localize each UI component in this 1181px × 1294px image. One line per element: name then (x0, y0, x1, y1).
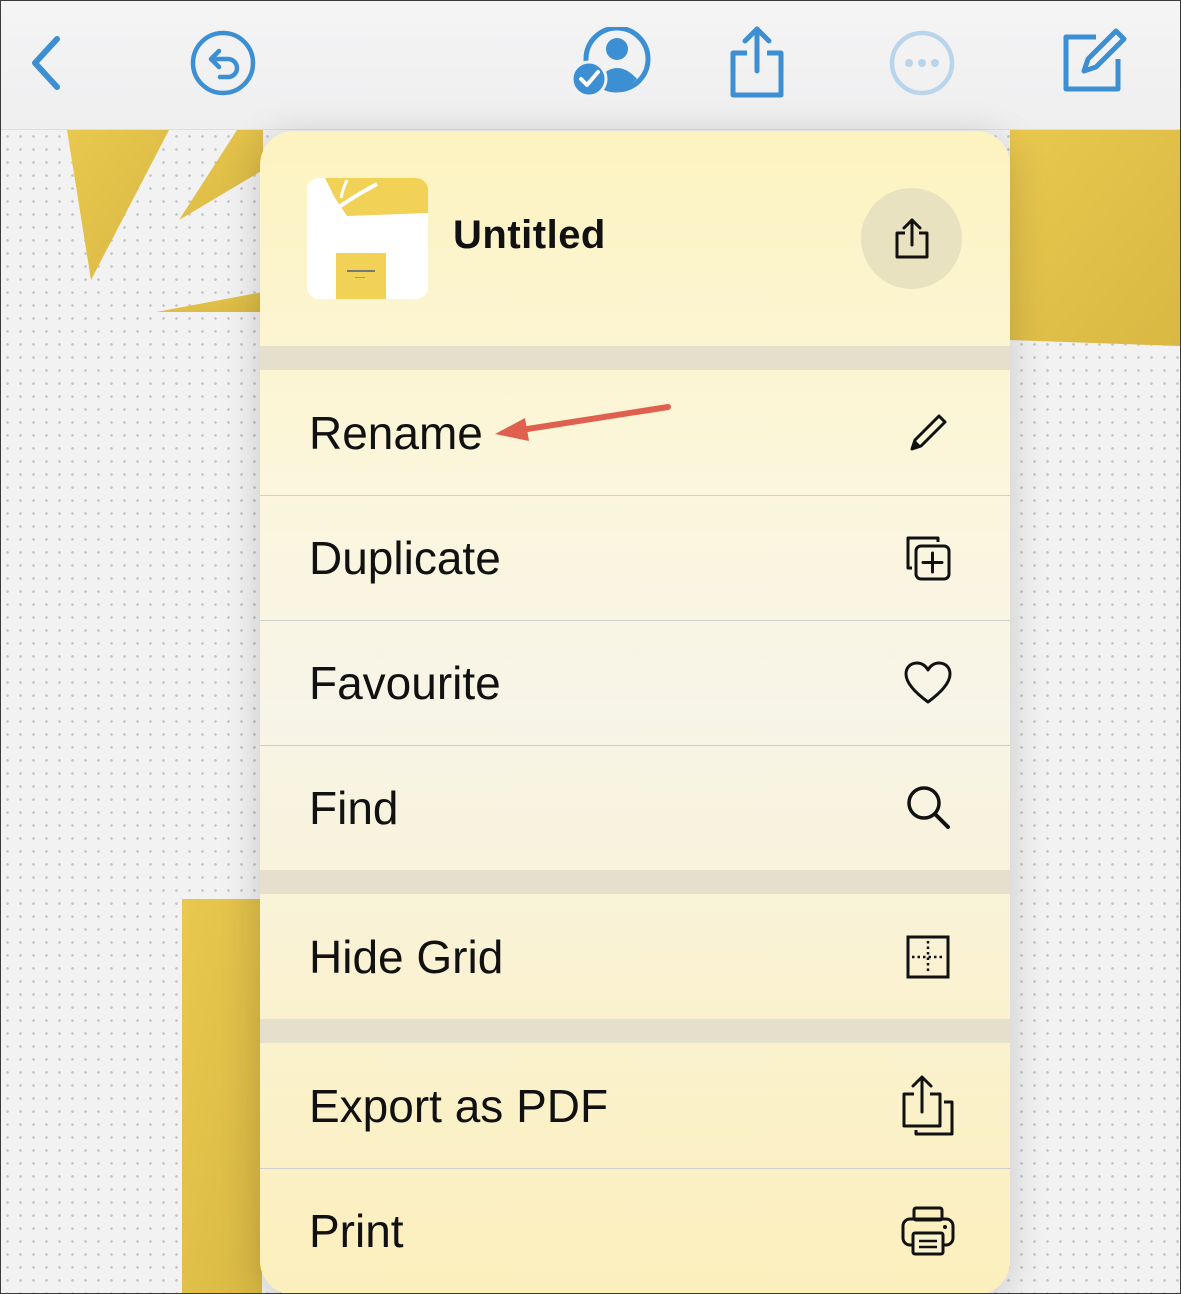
menu-item-favourite[interactable]: Favourite (260, 620, 1010, 745)
top-toolbar (1, 1, 1180, 130)
compose-icon[interactable] (1056, 27, 1128, 99)
menu-group-output: Export as PDF Print (260, 1043, 1010, 1293)
menu-item-export-pdf[interactable]: Export as PDF (260, 1043, 1010, 1168)
menu-item-label: Print (309, 1205, 404, 1257)
grid-icon (898, 927, 958, 987)
undo-icon[interactable] (187, 27, 259, 99)
share-icon[interactable] (861, 188, 962, 289)
heart-icon (898, 653, 958, 713)
magnifier-icon (898, 778, 958, 838)
menu-item-label: Find (309, 782, 399, 834)
group-separator (260, 1019, 1010, 1043)
back-chevron-icon[interactable] (11, 27, 83, 99)
document-context-menu: Untitled Rename Duplicate Favourite Find… (260, 131, 1010, 1293)
more-icon[interactable] (886, 27, 958, 99)
pencil-icon (898, 403, 958, 463)
collaboration-icon[interactable] (571, 27, 653, 99)
app-frame: Untitled Rename Duplicate Favourite Find… (0, 0, 1181, 1294)
duplicate-icon (898, 528, 958, 588)
export-icon (898, 1075, 958, 1136)
printer-icon (898, 1201, 958, 1261)
menu-item-print[interactable]: Print (260, 1168, 1010, 1293)
menu-item-label: Rename (309, 406, 483, 459)
menu-group-view: Hide Grid (260, 894, 1010, 1019)
menu-item-label: Favourite (309, 657, 501, 709)
group-separator (260, 346, 1010, 370)
menu-item-label: Duplicate (309, 532, 501, 584)
share-icon[interactable] (721, 26, 793, 99)
annotation-arrow (495, 404, 671, 441)
group-separator (260, 870, 1010, 894)
document-thumbnail (307, 178, 428, 299)
menu-item-label: Export as PDF (309, 1079, 609, 1132)
menu-item-duplicate[interactable]: Duplicate (260, 495, 1010, 620)
menu-item-label: Hide Grid (309, 930, 504, 983)
menu-item-find[interactable]: Find (260, 745, 1010, 870)
menu-header: Untitled (260, 131, 1010, 346)
menu-item-hide-grid[interactable]: Hide Grid (260, 894, 1010, 1019)
document-title: Untitled (453, 213, 606, 257)
